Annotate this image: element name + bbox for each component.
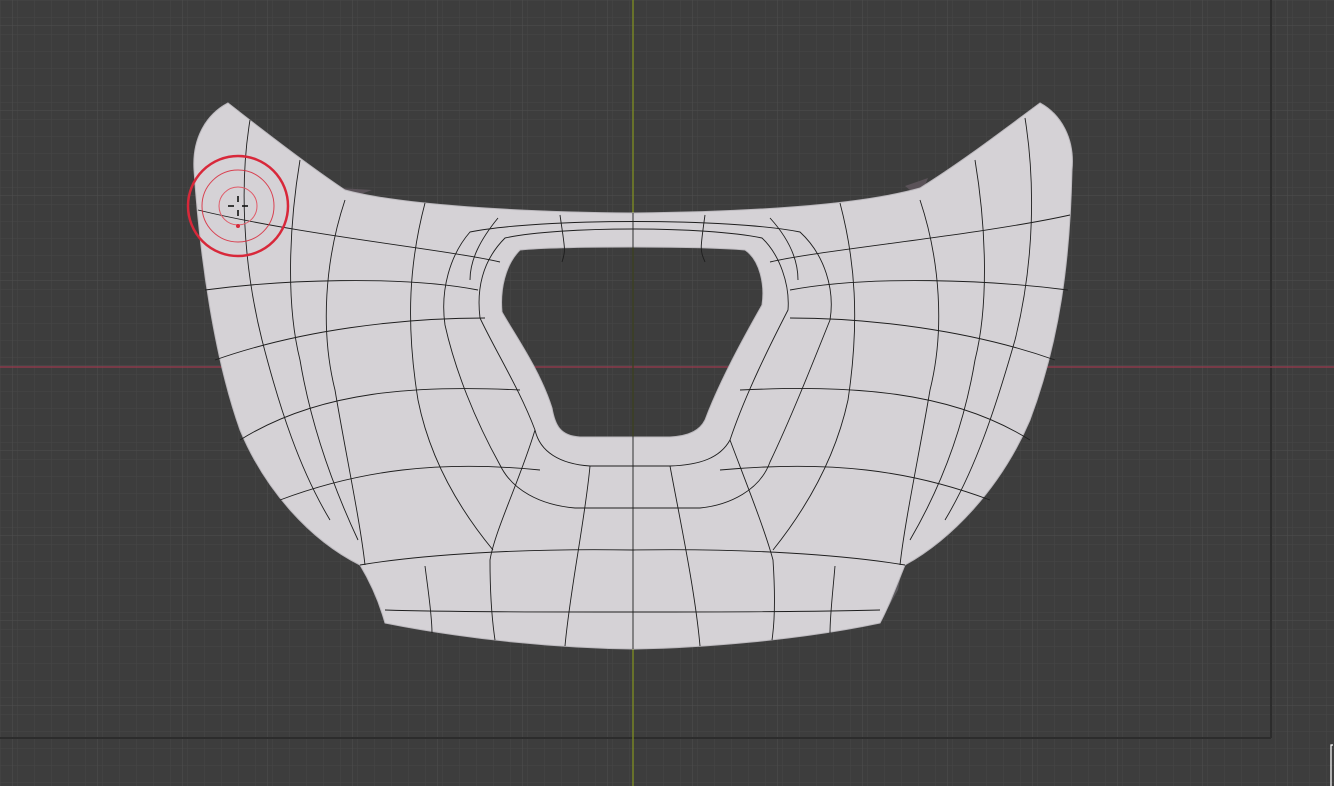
brush-center-dot xyxy=(236,224,240,228)
viewport-grid-major xyxy=(0,0,1334,786)
3d-viewport[interactable] xyxy=(0,0,1334,786)
